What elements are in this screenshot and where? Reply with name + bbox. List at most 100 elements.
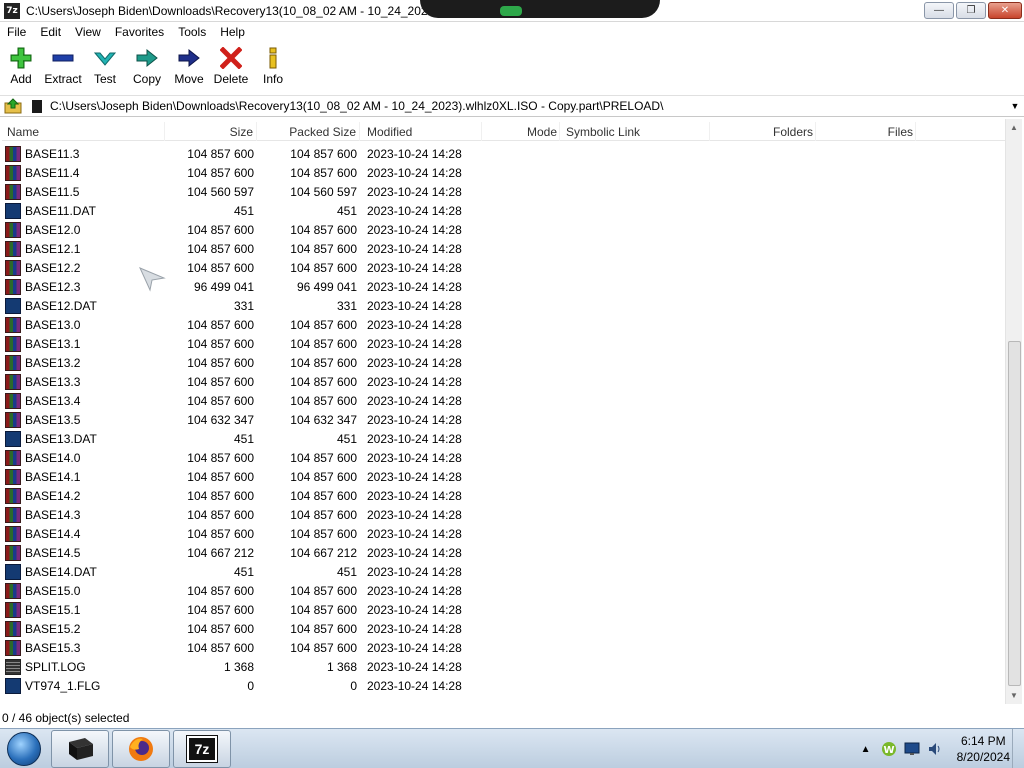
file-modified: 2023-10-24 14:28 xyxy=(367,450,462,465)
rar-archive-icon xyxy=(5,639,21,656)
path-field[interactable]: C:\Users\Joseph Biden\Downloads\Recovery… xyxy=(32,96,1006,116)
copy-button[interactable]: Copy xyxy=(126,43,168,91)
file-row[interactable]: BASE14.2 104 857 600 104 857 600 2023-10-24… xyxy=(2,486,1005,505)
delete-button[interactable]: Delete xyxy=(210,43,252,91)
mouse-cursor-icon xyxy=(139,267,166,292)
file-name: BASE12.3 xyxy=(25,279,81,294)
windows-logo-icon xyxy=(7,731,41,766)
column-size[interactable]: Size xyxy=(165,122,257,141)
file-row[interactable]: BASE13.1 104 857 600 104 857 600 2023-10-24… xyxy=(2,334,1005,353)
column-files[interactable]: Files xyxy=(816,122,916,141)
menu-view[interactable]: View xyxy=(68,25,108,39)
start-button[interactable] xyxy=(0,729,48,768)
menu-help[interactable]: Help xyxy=(213,25,252,39)
file-modified: 2023-10-24 14:28 xyxy=(367,279,462,294)
clock[interactable]: 6:14 PM 8/20/2024 xyxy=(957,733,1010,765)
file-packed-size: 104 857 600 xyxy=(290,393,357,408)
file-row[interactable]: BASE15.3 104 857 600 104 857 600 2023-10-24… xyxy=(2,638,1005,657)
file-row[interactable]: BASE12.1 104 857 600 104 857 600 2023-10-24… xyxy=(2,239,1005,258)
taskbar-app-firefox[interactable] xyxy=(112,729,170,768)
file-row[interactable]: BASE15.2 104 857 600 104 857 600 2023-10-24… xyxy=(2,619,1005,638)
column-symbolic-link[interactable]: Symbolic Link xyxy=(560,122,710,141)
column-folders[interactable]: Folders xyxy=(710,122,816,141)
close-button[interactable]: ✕ xyxy=(988,2,1022,19)
show-hidden-icons-chevron-icon[interactable]: ▲ xyxy=(858,741,874,757)
file-packed-size: 104 560 597 xyxy=(290,184,357,199)
file-size: 104 857 600 xyxy=(187,336,254,351)
file-row[interactable]: BASE13.3 104 857 600 104 857 600 2023-10-24… xyxy=(2,372,1005,391)
file-row[interactable]: BASE14.4 104 857 600 104 857 600 2023-10-24… xyxy=(2,524,1005,543)
menu-file[interactable]: File xyxy=(0,25,33,39)
file-row[interactable]: BASE11.3 104 857 600 104 857 600 2023-10-24… xyxy=(2,144,1005,163)
add-button[interactable]: Add xyxy=(0,43,42,91)
file-row[interactable]: BASE13.5 104 632 347 104 632 347 2023-10-24… xyxy=(2,410,1005,429)
scroll-down-arrow-icon[interactable]: ▼ xyxy=(1006,687,1022,704)
file-modified: 2023-10-24 14:28 xyxy=(367,564,462,579)
scroll-thumb[interactable] xyxy=(1008,341,1021,686)
network-monitor-icon[interactable] xyxy=(904,741,920,757)
column-mode[interactable]: Mode xyxy=(482,122,560,141)
test-button[interactable]: Test xyxy=(84,43,126,91)
file-row[interactable]: BASE11.5 104 560 597 104 560 597 2023-10-24… xyxy=(2,182,1005,201)
file-packed-size: 104 857 600 xyxy=(290,488,357,503)
file-list-header: Name Size Packed Size Modified Mode Symb… xyxy=(2,122,1005,141)
file-size: 104 857 600 xyxy=(187,355,254,370)
file-row[interactable]: SPLIT.LOG 1 368 1 368 2023-10-24 14:28 xyxy=(2,657,1005,676)
column-name[interactable]: Name xyxy=(2,122,165,141)
file-row[interactable]: BASE13.0 104 857 600 104 857 600 2023-10-24… xyxy=(2,315,1005,334)
file-size: 1 368 xyxy=(223,659,254,674)
file-name: BASE11.4 xyxy=(25,165,80,180)
taskbar-app-terminal[interactable] xyxy=(51,729,109,768)
file-packed-size: 1 368 xyxy=(326,659,357,674)
file-row[interactable]: BASE12.DAT 331 331 2023-10-24 14:28 xyxy=(2,296,1005,315)
show-desktop-button[interactable] xyxy=(1012,729,1024,768)
menu-edit[interactable]: Edit xyxy=(33,25,68,39)
file-row[interactable]: BASE14.DAT 451 451 2023-10-24 14:28 xyxy=(2,562,1005,581)
file-row[interactable]: BASE14.5 104 667 212 104 667 212 2023-10-24… xyxy=(2,543,1005,562)
file-size: 104 857 600 xyxy=(187,526,254,541)
file-packed-size: 104 857 600 xyxy=(290,507,357,522)
rar-archive-icon xyxy=(5,335,21,352)
menu-tools[interactable]: Tools xyxy=(171,25,213,39)
extract-button[interactable]: Extract xyxy=(42,43,84,91)
volume-icon[interactable] xyxy=(927,741,943,757)
file-size: 331 xyxy=(233,298,254,313)
file-row[interactable]: BASE15.0 104 857 600 104 857 600 2023-10-24… xyxy=(2,581,1005,600)
file-name: BASE13.4 xyxy=(25,393,81,408)
tray-w-app-icon[interactable]: W xyxy=(881,741,897,757)
file-row[interactable]: VT974_1.FLG 0 0 2023-10-24 14:28 xyxy=(2,676,1005,695)
vertical-scrollbar[interactable]: ▲ ▼ xyxy=(1005,119,1022,704)
file-name: BASE13.3 xyxy=(25,374,81,389)
up-folder-button[interactable] xyxy=(2,96,24,116)
minimize-button[interactable]: — xyxy=(924,2,954,19)
file-row[interactable]: BASE14.1 104 857 600 104 857 600 2023-10-24… xyxy=(2,467,1005,486)
file-row[interactable]: BASE13.2 104 857 600 104 857 600 2023-10-24… xyxy=(2,353,1005,372)
path-dropdown-button[interactable]: ▼ xyxy=(1006,96,1024,116)
file-size: 104 560 597 xyxy=(187,184,254,199)
file-row[interactable]: BASE14.3 104 857 600 104 857 600 2023-10-24… xyxy=(2,505,1005,524)
file-row[interactable]: BASE11.DAT 451 451 2023-10-24 14:28 xyxy=(2,201,1005,220)
file-row[interactable]: BASE13.DAT 451 451 2023-10-24 14:28 xyxy=(2,429,1005,448)
file-row[interactable]: BASE12.0 104 857 600 104 857 600 2023-10-24… xyxy=(2,220,1005,239)
taskbar-app-7zip[interactable]: 7z xyxy=(173,729,231,768)
file-row[interactable]: BASE11.4 104 857 600 104 857 600 2023-10-24… xyxy=(2,163,1005,182)
rar-archive-icon xyxy=(5,411,21,428)
file-row[interactable]: BASE14.0 104 857 600 104 857 600 2023-10-24… xyxy=(2,448,1005,467)
file-size: 104 857 600 xyxy=(187,165,254,180)
maximize-button[interactable]: ❐ xyxy=(956,2,986,19)
column-packed-size[interactable]: Packed Size xyxy=(257,122,360,141)
rar-archive-icon xyxy=(5,221,21,238)
file-name-cell: BASE12.DAT xyxy=(2,296,165,315)
file-modified: 2023-10-24 14:28 xyxy=(367,583,462,598)
move-button[interactable]: Move xyxy=(168,43,210,91)
file-modified: 2023-10-24 14:28 xyxy=(367,640,462,655)
file-size: 104 857 600 xyxy=(187,488,254,503)
file-size: 104 857 600 xyxy=(187,222,254,237)
scroll-up-arrow-icon[interactable]: ▲ xyxy=(1006,119,1022,136)
file-row[interactable]: BASE13.4 104 857 600 104 857 600 2023-10-24… xyxy=(2,391,1005,410)
column-modified[interactable]: Modified xyxy=(360,122,482,141)
menu-favorites[interactable]: Favorites xyxy=(108,25,171,39)
file-row[interactable]: BASE15.1 104 857 600 104 857 600 2023-10-24… xyxy=(2,600,1005,619)
status-bar: 0 / 46 object(s) selected xyxy=(0,708,1024,728)
info-button[interactable]: Info xyxy=(252,43,294,91)
